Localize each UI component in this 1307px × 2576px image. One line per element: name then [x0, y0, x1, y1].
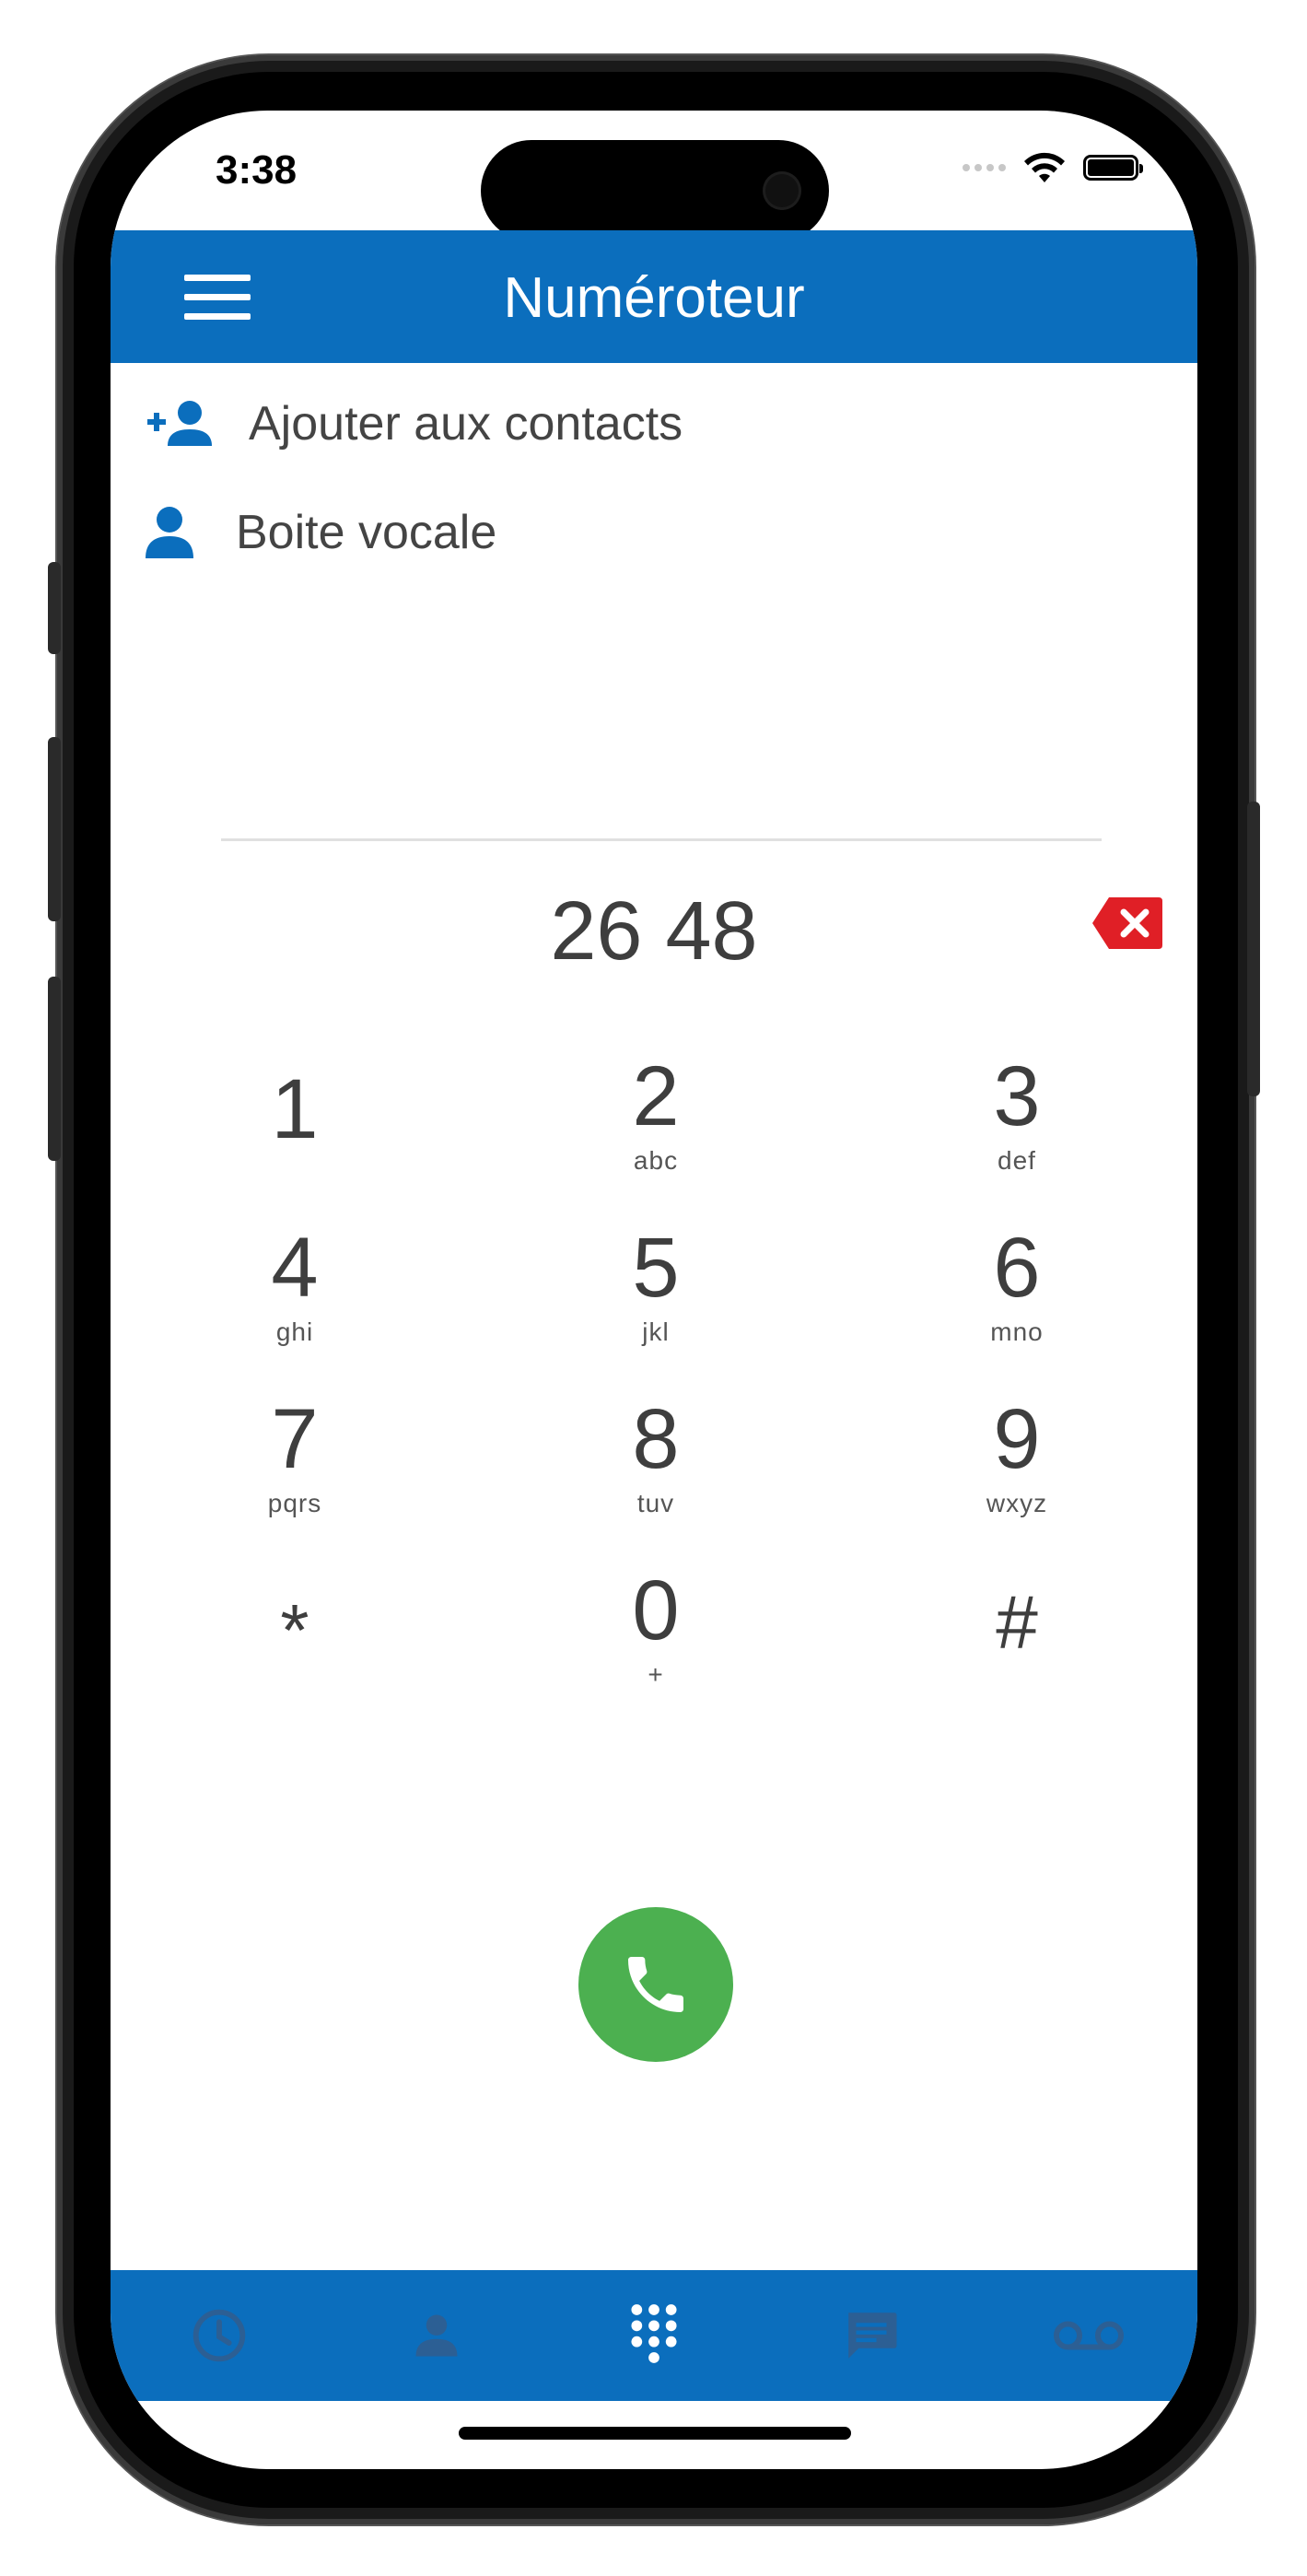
status-icons — [963, 151, 1143, 184]
key-1[interactable]: 1 — [175, 1050, 414, 1207]
dialed-number: 26 48 — [550, 885, 758, 978]
key-4[interactable]: 4 ghi — [175, 1222, 414, 1378]
backspace-icon[interactable] — [1091, 896, 1164, 951]
key-letters: tuv — [636, 1489, 675, 1517]
power-button — [1247, 802, 1260, 1096]
key-star[interactable]: * — [175, 1564, 414, 1721]
key-6[interactable]: 6 mno — [897, 1222, 1137, 1378]
volume-down-button — [48, 977, 61, 1161]
key-letters: + — [648, 1660, 664, 1689]
tab-voicemail[interactable] — [980, 2270, 1197, 2401]
cellular-signal-icon — [963, 164, 1006, 171]
phone-icon — [628, 1957, 683, 2012]
tab-messages[interactable] — [763, 2270, 980, 2401]
key-5[interactable]: 5 jkl — [536, 1222, 776, 1378]
person-icon — [146, 507, 193, 558]
key-letters: pqrs — [267, 1489, 322, 1517]
add-to-contacts-row[interactable]: Ajouter aux contacts — [111, 378, 1197, 470]
clock-history-icon — [193, 2309, 246, 2362]
call-button[interactable] — [578, 1907, 733, 2062]
key-digit: 5 — [632, 1221, 680, 1315]
key-8[interactable]: 8 tuv — [536, 1393, 776, 1550]
divider — [221, 838, 1102, 841]
dialpad-icon — [631, 2304, 677, 2363]
key-letters: mno — [990, 1317, 1044, 1346]
key-digit: # — [996, 1581, 1038, 1665]
key-digit: 8 — [632, 1392, 680, 1486]
key-9[interactable]: 9 wxyz — [897, 1393, 1137, 1550]
key-digit: 0 — [632, 1563, 680, 1657]
key-digit: 6 — [993, 1221, 1041, 1315]
key-digit: 2 — [632, 1049, 680, 1143]
key-letters: abc — [633, 1146, 679, 1175]
key-digit: 3 — [993, 1049, 1041, 1143]
status-time: 3:38 — [216, 147, 298, 193]
app-header: Numéroteur — [111, 230, 1197, 363]
page-title: Numéroteur — [503, 266, 805, 330]
bottom-tab-bar — [111, 2270, 1197, 2401]
key-digit: 1 — [271, 1062, 319, 1156]
key-digit: * — [280, 1589, 309, 1671]
action-button — [48, 562, 61, 654]
key-0[interactable]: 0 + — [536, 1564, 776, 1721]
add-to-contacts-label: Ajouter aux contacts — [249, 397, 683, 451]
camera-icon — [763, 171, 801, 210]
key-letters: ghi — [275, 1317, 314, 1346]
voicemail-row[interactable]: Boite vocale — [111, 486, 1197, 579]
tab-dialpad[interactable] — [545, 2270, 763, 2401]
voicemail-label: Boite vocale — [236, 506, 497, 559]
wifi-icon — [1024, 152, 1065, 182]
key-digit: 4 — [271, 1221, 319, 1315]
person-contacts-icon — [415, 2314, 458, 2357]
voicemail-icon — [1054, 2321, 1124, 2350]
key-7[interactable]: 7 pqrs — [175, 1393, 414, 1550]
dynamic-island — [481, 140, 829, 241]
volume-up-button — [48, 737, 61, 921]
chat-message-icon — [848, 2313, 897, 2359]
key-digit: 9 — [993, 1392, 1041, 1486]
key-2[interactable]: 2 abc — [536, 1050, 776, 1207]
key-3[interactable]: 3 def — [897, 1050, 1137, 1207]
phone-screen: 3:38 Numéroteur Ajouter aux contacts Boi… — [111, 111, 1197, 2469]
tab-contacts[interactable] — [328, 2270, 545, 2401]
key-hash[interactable]: # — [897, 1564, 1137, 1721]
key-letters: def — [998, 1146, 1036, 1175]
add-person-icon — [147, 401, 212, 446]
key-letters: jkl — [642, 1317, 670, 1346]
home-indicator — [459, 2427, 851, 2440]
tab-history[interactable] — [111, 2270, 328, 2401]
battery-icon — [1083, 155, 1143, 181]
key-digit: 7 — [271, 1392, 319, 1486]
key-letters: wxyz — [986, 1489, 1048, 1517]
